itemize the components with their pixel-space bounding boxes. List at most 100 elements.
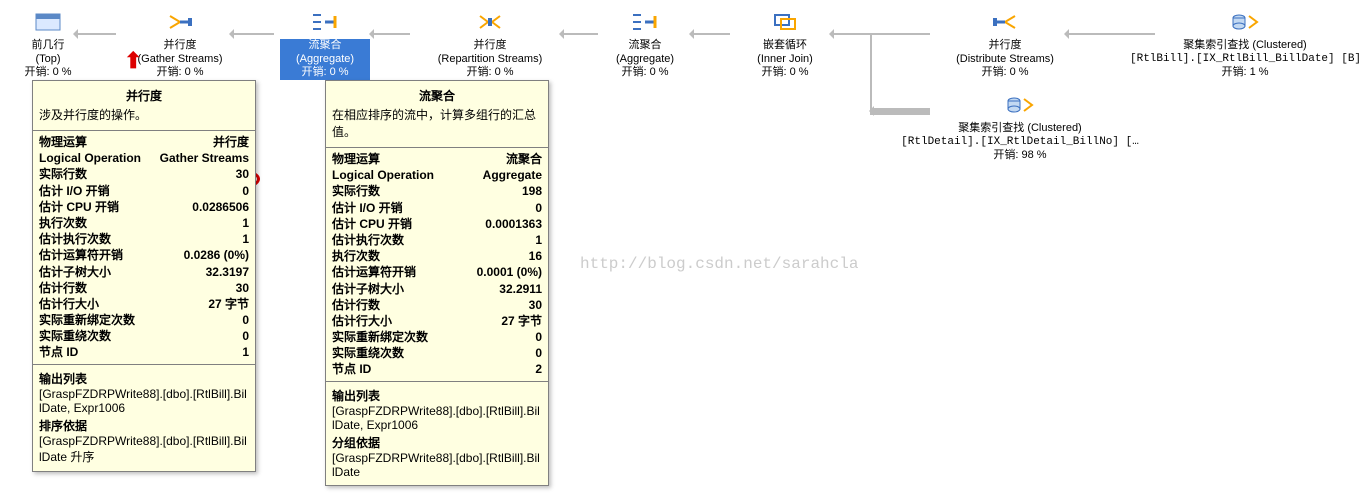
tooltip-row: 估计行数 30 — [33, 280, 255, 296]
tooltip-row-value: 0.0001363 — [485, 216, 542, 232]
tooltip-row-key: 估计 CPU 开销 — [39, 199, 119, 215]
node-label: 并行度 — [415, 39, 565, 53]
plan-node-stream-aggregate-2[interactable]: 流聚合 (Aggregate) 开销: 0 % — [600, 12, 690, 80]
node-cost: 开销: 0 % — [415, 66, 565, 80]
tooltip-row-key: 估计运算符开销 — [332, 264, 416, 280]
tooltip-row-key: 估计运算符开销 — [39, 247, 123, 263]
tooltip-row-key: 实际行数 — [39, 166, 87, 182]
tooltip-row: 估计子树大小32.2911 — [326, 281, 548, 297]
tooltip-row-value: Gather Streams — [160, 150, 249, 166]
node-label: 流聚合 — [600, 39, 690, 53]
tooltip-row-key: 实际行数 — [332, 183, 380, 199]
tooltip-row: 估计 CPU 开销0.0286506 — [33, 199, 255, 215]
group-by-label: 分组依据 — [326, 432, 548, 451]
tooltip-row: 执行次数 16 — [326, 248, 548, 264]
tooltip-row-value: 16 — [529, 248, 542, 264]
index-seek-icon — [1006, 95, 1034, 115]
tooltip-row-value: 0 — [535, 345, 542, 361]
node-label: 流聚合 — [280, 39, 370, 53]
tooltip-row: 估计行大小 27 字节 — [326, 313, 548, 329]
arrow — [690, 33, 730, 35]
node-cost: 开销: 0 % — [735, 66, 835, 80]
tooltip-row: 估计 I/O 开销0 — [33, 183, 255, 199]
tooltip-row: 物理运算流聚合 — [326, 151, 548, 167]
node-label: 聚集索引查找 (Clustered) — [1130, 39, 1360, 53]
tooltip-row: 执行次数1 — [33, 215, 255, 231]
plan-node-top[interactable]: 前几行 (Top) 开销: 0 % — [18, 12, 78, 80]
tooltip-row-value: 0.0001 (0%) — [477, 264, 542, 280]
tooltip-row-key: 执行次数 — [332, 248, 380, 264]
tooltip-row: 估计执行次数 1 — [33, 231, 255, 247]
annotation-arrow-icon: ⬆ — [124, 54, 142, 67]
tooltip-row: 实际重绕次数0 — [33, 328, 255, 344]
arrow — [830, 33, 930, 35]
node-sublabel: (Distribute Streams) — [935, 53, 1075, 67]
tooltip-row-value: 1 — [535, 232, 542, 248]
tooltip-row-value: 198 — [522, 183, 542, 199]
tooltip-description: 在相应排序的流中，计算多组行的汇总值。 — [326, 104, 548, 144]
tooltip-row-key: 物理运算 — [39, 134, 87, 150]
tooltip-row-key: 节点 ID — [39, 344, 78, 360]
tooltip-row-value: 1 — [242, 231, 249, 247]
tooltip-row-value: Aggregate — [483, 167, 542, 183]
tooltip-row-key: 估计 CPU 开销 — [332, 216, 412, 232]
node-label: 前几行 — [18, 39, 78, 53]
tooltip-row: 实际重新绑定次数0 — [33, 312, 255, 328]
tooltip-row: 估计 CPU 开销 0.0001363 — [326, 216, 548, 232]
node-sublabel: [RtlBill].[IX_RtlBill_BillDate] [B] — [1130, 53, 1360, 67]
arrow — [560, 33, 598, 35]
tooltip-row-key: 估计行数 — [39, 280, 87, 296]
node-label: 嵌套循环 — [735, 39, 835, 53]
tooltip-row-key: 估计子树大小 — [332, 281, 404, 297]
plan-node-gather-streams[interactable]: 并行度 (Gather Streams) 开销: 0 % ⬆ — [120, 12, 240, 80]
tooltip-gather-streams: 并行度 涉及并行度的操作。 物理运算并行度Logical OperationGa… — [32, 80, 256, 472]
tooltip-row: 估计运算符开销 0.0286 (0%) — [33, 247, 255, 263]
tooltip-row-key: 估计子树大小 — [39, 264, 111, 280]
aggregate-icon — [311, 12, 339, 32]
tooltip-row-key: 估计执行次数 — [39, 231, 111, 247]
top-icon — [34, 12, 62, 32]
plan-node-stream-aggregate[interactable]: 流聚合 (Aggregate) 开销: 0 % — [280, 12, 370, 80]
parallelism-icon — [991, 12, 1019, 32]
plan-node-clustered-index-seek-detail[interactable]: 聚集索引查找 (Clustered) [RtlDetail].[IX_RtlDe… — [900, 95, 1140, 163]
tooltip-row-value: 27 字节 — [501, 313, 542, 329]
plan-node-clustered-index-seek-bill[interactable]: 聚集索引查找 (Clustered) [RtlBill].[IX_RtlBill… — [1130, 12, 1360, 80]
arrow-vertical — [870, 33, 872, 111]
parallelism-icon — [476, 12, 504, 32]
tooltip-row-key: 实际重绕次数 — [332, 345, 404, 361]
tooltip-title: 流聚合 — [326, 85, 548, 104]
tooltip-row-key: 实际重新绑定次数 — [332, 329, 428, 345]
tooltip-row: 估计运算符开销 0.0001 (0%) — [326, 264, 548, 280]
plan-node-repartition-streams[interactable]: 并行度 (Repartition Streams) 开销: 0 % — [415, 12, 565, 80]
arrow — [74, 33, 116, 35]
tooltip-row-value: 0 — [242, 183, 249, 199]
tooltip-row: 估计 I/O 开销0 — [326, 200, 548, 216]
tooltip-row: 节点 ID2 — [326, 361, 548, 377]
tooltip-row-key: 实际重绕次数 — [39, 328, 111, 344]
tooltip-row-value: 0 — [242, 312, 249, 328]
node-label: 聚集索引查找 (Clustered) — [900, 122, 1140, 136]
tooltip-row-key: Logical Operation — [332, 167, 434, 183]
tooltip-row-key: Logical Operation — [39, 150, 141, 166]
output-list-label: 输出列表 — [326, 385, 548, 404]
tooltip-row-key: 估计行大小 — [332, 313, 392, 329]
node-cost: 开销: 0 % — [280, 66, 370, 80]
tooltip-row-key: 估计行数 — [332, 297, 380, 313]
tooltip-row-value: 0.0286 (0%) — [184, 247, 249, 263]
group-by-text: [GraspFZDRPWrite88].[dbo].[RtlBill].Bill… — [326, 451, 548, 479]
tooltip-row: 估计执行次数 1 — [326, 232, 548, 248]
tooltip-row: 估计行数30 — [326, 297, 548, 313]
tooltip-row: 节点 ID1 — [33, 344, 255, 360]
tooltip-row-value: 27 字节 — [208, 296, 249, 312]
plan-node-distribute-streams[interactable]: 并行度 (Distribute Streams) 开销: 0 % — [935, 12, 1075, 80]
node-sublabel: (Top) — [18, 53, 78, 67]
nested-loops-icon — [771, 12, 799, 32]
parallelism-icon — [166, 12, 194, 32]
tooltip-row-value: 30 — [236, 280, 249, 296]
tooltip-description: 涉及并行度的操作。 — [33, 104, 255, 127]
tooltip-row-value: 0 — [535, 200, 542, 216]
tooltip-row: 物理运算并行度 — [33, 134, 255, 150]
tooltip-row-key: 估计执行次数 — [332, 232, 404, 248]
order-by-label: 排序依据 — [33, 415, 255, 434]
plan-node-nested-loops[interactable]: 嵌套循环 (Inner Join) 开销: 0 % — [735, 12, 835, 80]
